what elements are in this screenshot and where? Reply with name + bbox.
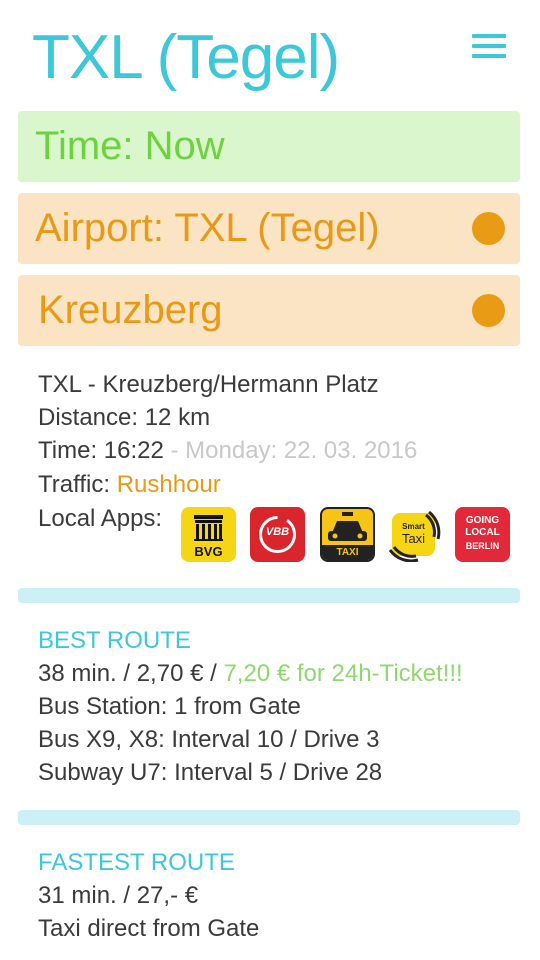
fastest-route-heading: FASTEST ROUTE [38, 849, 235, 876]
smart-taxi-label: Taxi [401, 531, 426, 546]
location-dot-icon[interactable] [472, 212, 505, 245]
local-label: LOCAL [465, 527, 500, 538]
route-summary: TXL - Kreuzberg/Hermann Platz [38, 371, 379, 398]
best-route-heading: BEST ROUTE [38, 627, 191, 654]
fastest-route-desc: Taxi direct from Gate [38, 915, 260, 942]
hamburger-menu-icon[interactable] [472, 34, 506, 64]
taxi-app-icon[interactable]: TAXI [320, 507, 375, 562]
time-text: Time: 16:22 - Monday: 22. 03. 2016 [38, 434, 417, 467]
page-title: TXL (Tegel) [32, 23, 340, 92]
fastest-route-price: 31 min. / 27,- € [38, 882, 199, 909]
smart-label: Smart [402, 522, 425, 531]
traffic-value: Rushhour [116, 471, 221, 498]
bus-station-text: Bus Station: 1 from Gate [38, 693, 301, 720]
berlin-label: BERLIN [465, 541, 500, 551]
section-divider [18, 810, 520, 825]
airport-selector[interactable]: Airport: TXL (Tegel) [18, 193, 520, 264]
section-divider [18, 588, 520, 603]
destination-selector-label: Kreuzberg [38, 288, 223, 332]
local-apps-label: Local Apps: [38, 505, 163, 532]
traffic-label: Traffic: [38, 471, 117, 498]
vbb-app-icon[interactable]: VBB [250, 507, 305, 562]
time-selector-label: Time: Now [35, 124, 225, 168]
time-selector[interactable]: Time: Now [18, 111, 520, 182]
time-value: Time: 16:22 [38, 437, 164, 464]
airport-selector-label: Airport: TXL (Tegel) [35, 206, 380, 250]
going-local-app-icon[interactable]: GOING LOCAL BERLIN [455, 507, 510, 562]
ticket-offer: 7,20 € for 24h-Ticket!!! [223, 660, 463, 687]
subway-line-text: Subway U7: Interval 5 / Drive 28 [38, 759, 383, 786]
going-label: GOING [465, 515, 500, 526]
traffic-text: Traffic: Rushhour [38, 468, 221, 501]
taxi-label: TAXI [336, 547, 359, 558]
bus-line-text: Bus X9, X8: Interval 10 / Drive 3 [38, 726, 380, 753]
best-route-price: 38 min. / 2,70 € / 7,20 € for 24h-Ticket… [38, 657, 463, 690]
location-dot-icon[interactable] [472, 294, 505, 327]
distance-text: Distance: 12 km [38, 404, 211, 431]
menu-bar [472, 34, 506, 38]
vbb-label: VBB [265, 526, 290, 538]
bvg-app-icon[interactable]: BVG [181, 507, 236, 562]
menu-bar [472, 54, 506, 58]
date-text: - Monday: 22. 03. 2016 [163, 437, 418, 464]
destination-selector[interactable]: Kreuzberg [18, 275, 520, 346]
best-route-time-price: 38 min. / 2,70 € / [38, 660, 224, 687]
bvg-label: BVG [194, 544, 223, 559]
smart-taxi-app-icon[interactable]: Smart Taxi [386, 507, 441, 562]
menu-bar [472, 44, 506, 48]
